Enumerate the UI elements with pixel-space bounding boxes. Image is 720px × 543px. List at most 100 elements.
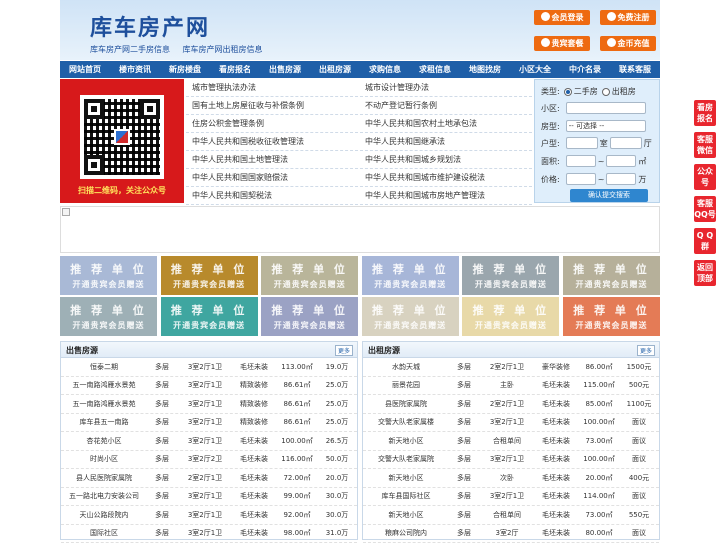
login-button[interactable]: 会员登录 [534, 10, 590, 25]
back-to-top-button[interactable]: 返回顶部 [694, 260, 716, 286]
listing-community[interactable]: 五一南路鸿雁水景苑 [61, 380, 147, 390]
nav-item[interactable]: 看房报名 [210, 61, 260, 78]
listing-row[interactable]: 五一路北电力安装公司多层3室2厅1卫毛坯未装99.00㎡30.0万 [61, 488, 357, 507]
listing-row[interactable]: 时尚小区多层3室2厅2卫毛坯未装116.00㎡50.0万 [61, 451, 357, 470]
recommended-unit-ad[interactable]: 推 荐 单 位开通贵宾会员赠送 [563, 256, 660, 295]
recommended-unit-ad[interactable]: 推 荐 单 位开通贵宾会员赠送 [60, 297, 157, 336]
listing-community[interactable]: 库车县国际社区 [363, 491, 449, 501]
policy-link[interactable]: 中华人民共和国契税法 [186, 187, 359, 204]
recommended-unit-ad[interactable]: 推 荐 单 位开通贵宾会员赠送 [161, 256, 258, 295]
policy-link[interactable]: 中华人民共和国城市房地产管理法 [359, 187, 532, 204]
hall-select[interactable] [610, 137, 642, 149]
listing-community[interactable]: 国际社区 [61, 528, 147, 538]
service-qq-button[interactable]: 客服QQ号 [694, 196, 716, 222]
policy-link[interactable]: 国有土地上房屋征收与补偿条例 [186, 97, 359, 114]
listing-row[interactable]: 五一南路鸿雁水景苑多层3室2厅1卫精致装修86.61㎡25.0万 [61, 377, 357, 396]
nav-item[interactable]: 中介名录 [560, 61, 610, 78]
search-submit-button[interactable]: 确认提交搜索 [570, 189, 648, 202]
policy-link[interactable]: 中华人民共和国土地管理法 [186, 151, 359, 168]
register-button[interactable]: 免费注册 [600, 10, 656, 25]
service-wechat-button[interactable]: 客服微信 [694, 132, 716, 158]
nav-item[interactable]: 求购信息 [360, 61, 410, 78]
listing-row[interactable]: 县医院家属院多层2室2厅1卫毛坯未装85.00㎡1100元 [363, 395, 659, 414]
listing-community[interactable]: 恒泰二期 [61, 362, 147, 372]
recommended-unit-ad[interactable]: 推 荐 单 位开通贵宾会员赠送 [462, 256, 559, 295]
area-max-input[interactable] [606, 155, 636, 167]
listing-row[interactable]: 国际社区多层3室2厅1卫毛坯未装98.00㎡31.0万 [61, 525, 357, 543]
listing-community[interactable]: 杏花苑小区 [61, 436, 147, 446]
official-account-button[interactable]: 公众号 [694, 164, 716, 190]
viewing-signup-button[interactable]: 看房报名 [694, 100, 716, 126]
listing-row[interactable]: 新天地小区多层合租单间毛坯未装73.00㎡面议 [363, 432, 659, 451]
nav-item[interactable]: 楼市资讯 [110, 61, 160, 78]
coin-recharge-button[interactable]: 金币充值 [600, 36, 656, 51]
price-min-input[interactable] [566, 173, 596, 185]
site-logo[interactable]: 库车房产网 [90, 10, 210, 42]
nav-item[interactable]: 小区大全 [510, 61, 560, 78]
recommended-unit-ad[interactable]: 推 荐 单 位开通贵宾会员赠送 [161, 297, 258, 336]
listing-row[interactable]: 新天地小区多层合租单间毛坯未装73.00㎡550元 [363, 506, 659, 525]
listing-community[interactable]: 交警大队老家属院 [363, 454, 449, 464]
listing-row[interactable]: 水韵天城多层2室2厅1卫豪华装修86.00㎡1500元 [363, 358, 659, 377]
community-input[interactable] [566, 102, 646, 114]
listing-row[interactable]: 县人民医院家属院多层2室2厅1卫毛坯未装72.00㎡20.0万 [61, 469, 357, 488]
room-select[interactable] [566, 137, 598, 149]
policy-link[interactable]: 中华人民共和国城市维护建设税法 [359, 169, 532, 186]
listing-row[interactable]: 交警大队老家属楼多层3室2厅1卫毛坯未装100.00㎡面议 [363, 414, 659, 433]
listing-row[interactable]: 库车县国际社区多层3室2厅1卫毛坯未装114.00㎡面议 [363, 488, 659, 507]
listing-row[interactable]: 杏花苑小区多层3室2厅1卫毛坯未装100.00㎡26.5万 [61, 432, 357, 451]
recommended-unit-ad[interactable]: 推 荐 单 位开通贵宾会员赠送 [362, 256, 459, 295]
price-max-input[interactable] [606, 173, 636, 185]
listing-community[interactable]: 五一南路鸿雁水景苑 [61, 399, 147, 409]
policy-link[interactable]: 城市设计管理办法 [359, 79, 532, 96]
sale-more-link[interactable]: 更多 [335, 345, 353, 356]
policy-link[interactable]: 城市管理执法办法 [186, 79, 359, 96]
policy-link[interactable]: 中华人民共和国税收征收管理法 [186, 133, 359, 150]
secondhand-link[interactable]: 库车房产网二手房信息 [90, 45, 170, 54]
nav-item[interactable]: 联系客服 [610, 61, 660, 78]
qq-group-button[interactable]: Q Q群 [694, 228, 716, 254]
recommended-unit-ad[interactable]: 推 荐 单 位开通贵宾会员赠送 [563, 297, 660, 336]
rent-more-link[interactable]: 更多 [637, 345, 655, 356]
recommended-unit-ad[interactable]: 推 荐 单 位开通贵宾会员赠送 [261, 297, 358, 336]
recommended-unit-ad[interactable]: 推 荐 单 位开通贵宾会员赠送 [261, 256, 358, 295]
listing-row[interactable]: 恒泰二期多层3室2厅1卫毛坯未装113.00㎡19.0万 [61, 358, 357, 377]
listing-community[interactable]: 粮麻公司院内 [363, 528, 449, 538]
policy-link[interactable]: 住房公积金管理条例 [186, 115, 359, 132]
listing-row[interactable]: 天山公路段院内多层3室2厅1卫毛坯未装92.00㎡30.0万 [61, 506, 357, 525]
vip-package-button[interactable]: 贵宾套餐 [534, 36, 590, 51]
nav-item[interactable]: 地图找房 [460, 61, 510, 78]
nav-item[interactable]: 求租信息 [410, 61, 460, 78]
listing-community[interactable]: 时尚小区 [61, 454, 147, 464]
recommended-unit-ad[interactable]: 推 荐 单 位开通贵宾会员赠送 [462, 297, 559, 336]
listing-row[interactable]: 交警大队老家属院多层3室2厅1卫毛坯未装100.00㎡面议 [363, 451, 659, 470]
listing-community[interactable]: 县人民医院家属院 [61, 473, 147, 483]
listing-community[interactable]: 新天地小区 [363, 510, 449, 520]
policy-link[interactable]: 不动产登记暂行条例 [359, 97, 532, 114]
listing-row[interactable]: 新天地小区多层次卧毛坯未装20.00㎡400元 [363, 469, 659, 488]
listing-community[interactable]: 丽景花园 [363, 380, 449, 390]
rental-link[interactable]: 库车房产网出租房信息 [183, 45, 263, 54]
policy-link[interactable]: 中华人民共和国农村土地承包法 [359, 115, 532, 132]
nav-item[interactable]: 出售房源 [260, 61, 310, 78]
listing-community[interactable]: 新天地小区 [363, 436, 449, 446]
listing-community[interactable]: 县医院家属院 [363, 399, 449, 409]
recommended-unit-ad[interactable]: 推 荐 单 位开通贵宾会员赠送 [60, 256, 157, 295]
secondhand-radio[interactable] [564, 88, 572, 96]
listing-community[interactable]: 交警大队老家属楼 [363, 417, 449, 427]
banner-image[interactable] [60, 206, 660, 253]
listing-row[interactable]: 丽景花园多层主卧毛坯未装115.00㎡500元 [363, 377, 659, 396]
listing-community[interactable]: 库车县五一南路 [61, 417, 147, 427]
area-min-input[interactable] [566, 155, 596, 167]
listing-community[interactable]: 新天地小区 [363, 473, 449, 483]
policy-link[interactable]: 中华人民共和国继承法 [359, 133, 532, 150]
policy-link[interactable]: 中华人民共和国城乡规划法 [359, 151, 532, 168]
listing-community[interactable]: 水韵天城 [363, 362, 449, 372]
rental-radio[interactable] [602, 88, 610, 96]
listing-community[interactable]: 五一路北电力安装公司 [61, 491, 147, 501]
listing-row[interactable]: 库车县五一南路多层3室2厅1卫精致装修86.61㎡25.0万 [61, 414, 357, 433]
nav-item[interactable]: 出租房源 [310, 61, 360, 78]
nav-item[interactable]: 网站首页 [60, 61, 110, 78]
listing-row[interactable]: 粮麻公司院内多层3室2厅毛坯未装80.00㎡面议 [363, 525, 659, 543]
listing-community[interactable]: 天山公路段院内 [61, 510, 147, 520]
